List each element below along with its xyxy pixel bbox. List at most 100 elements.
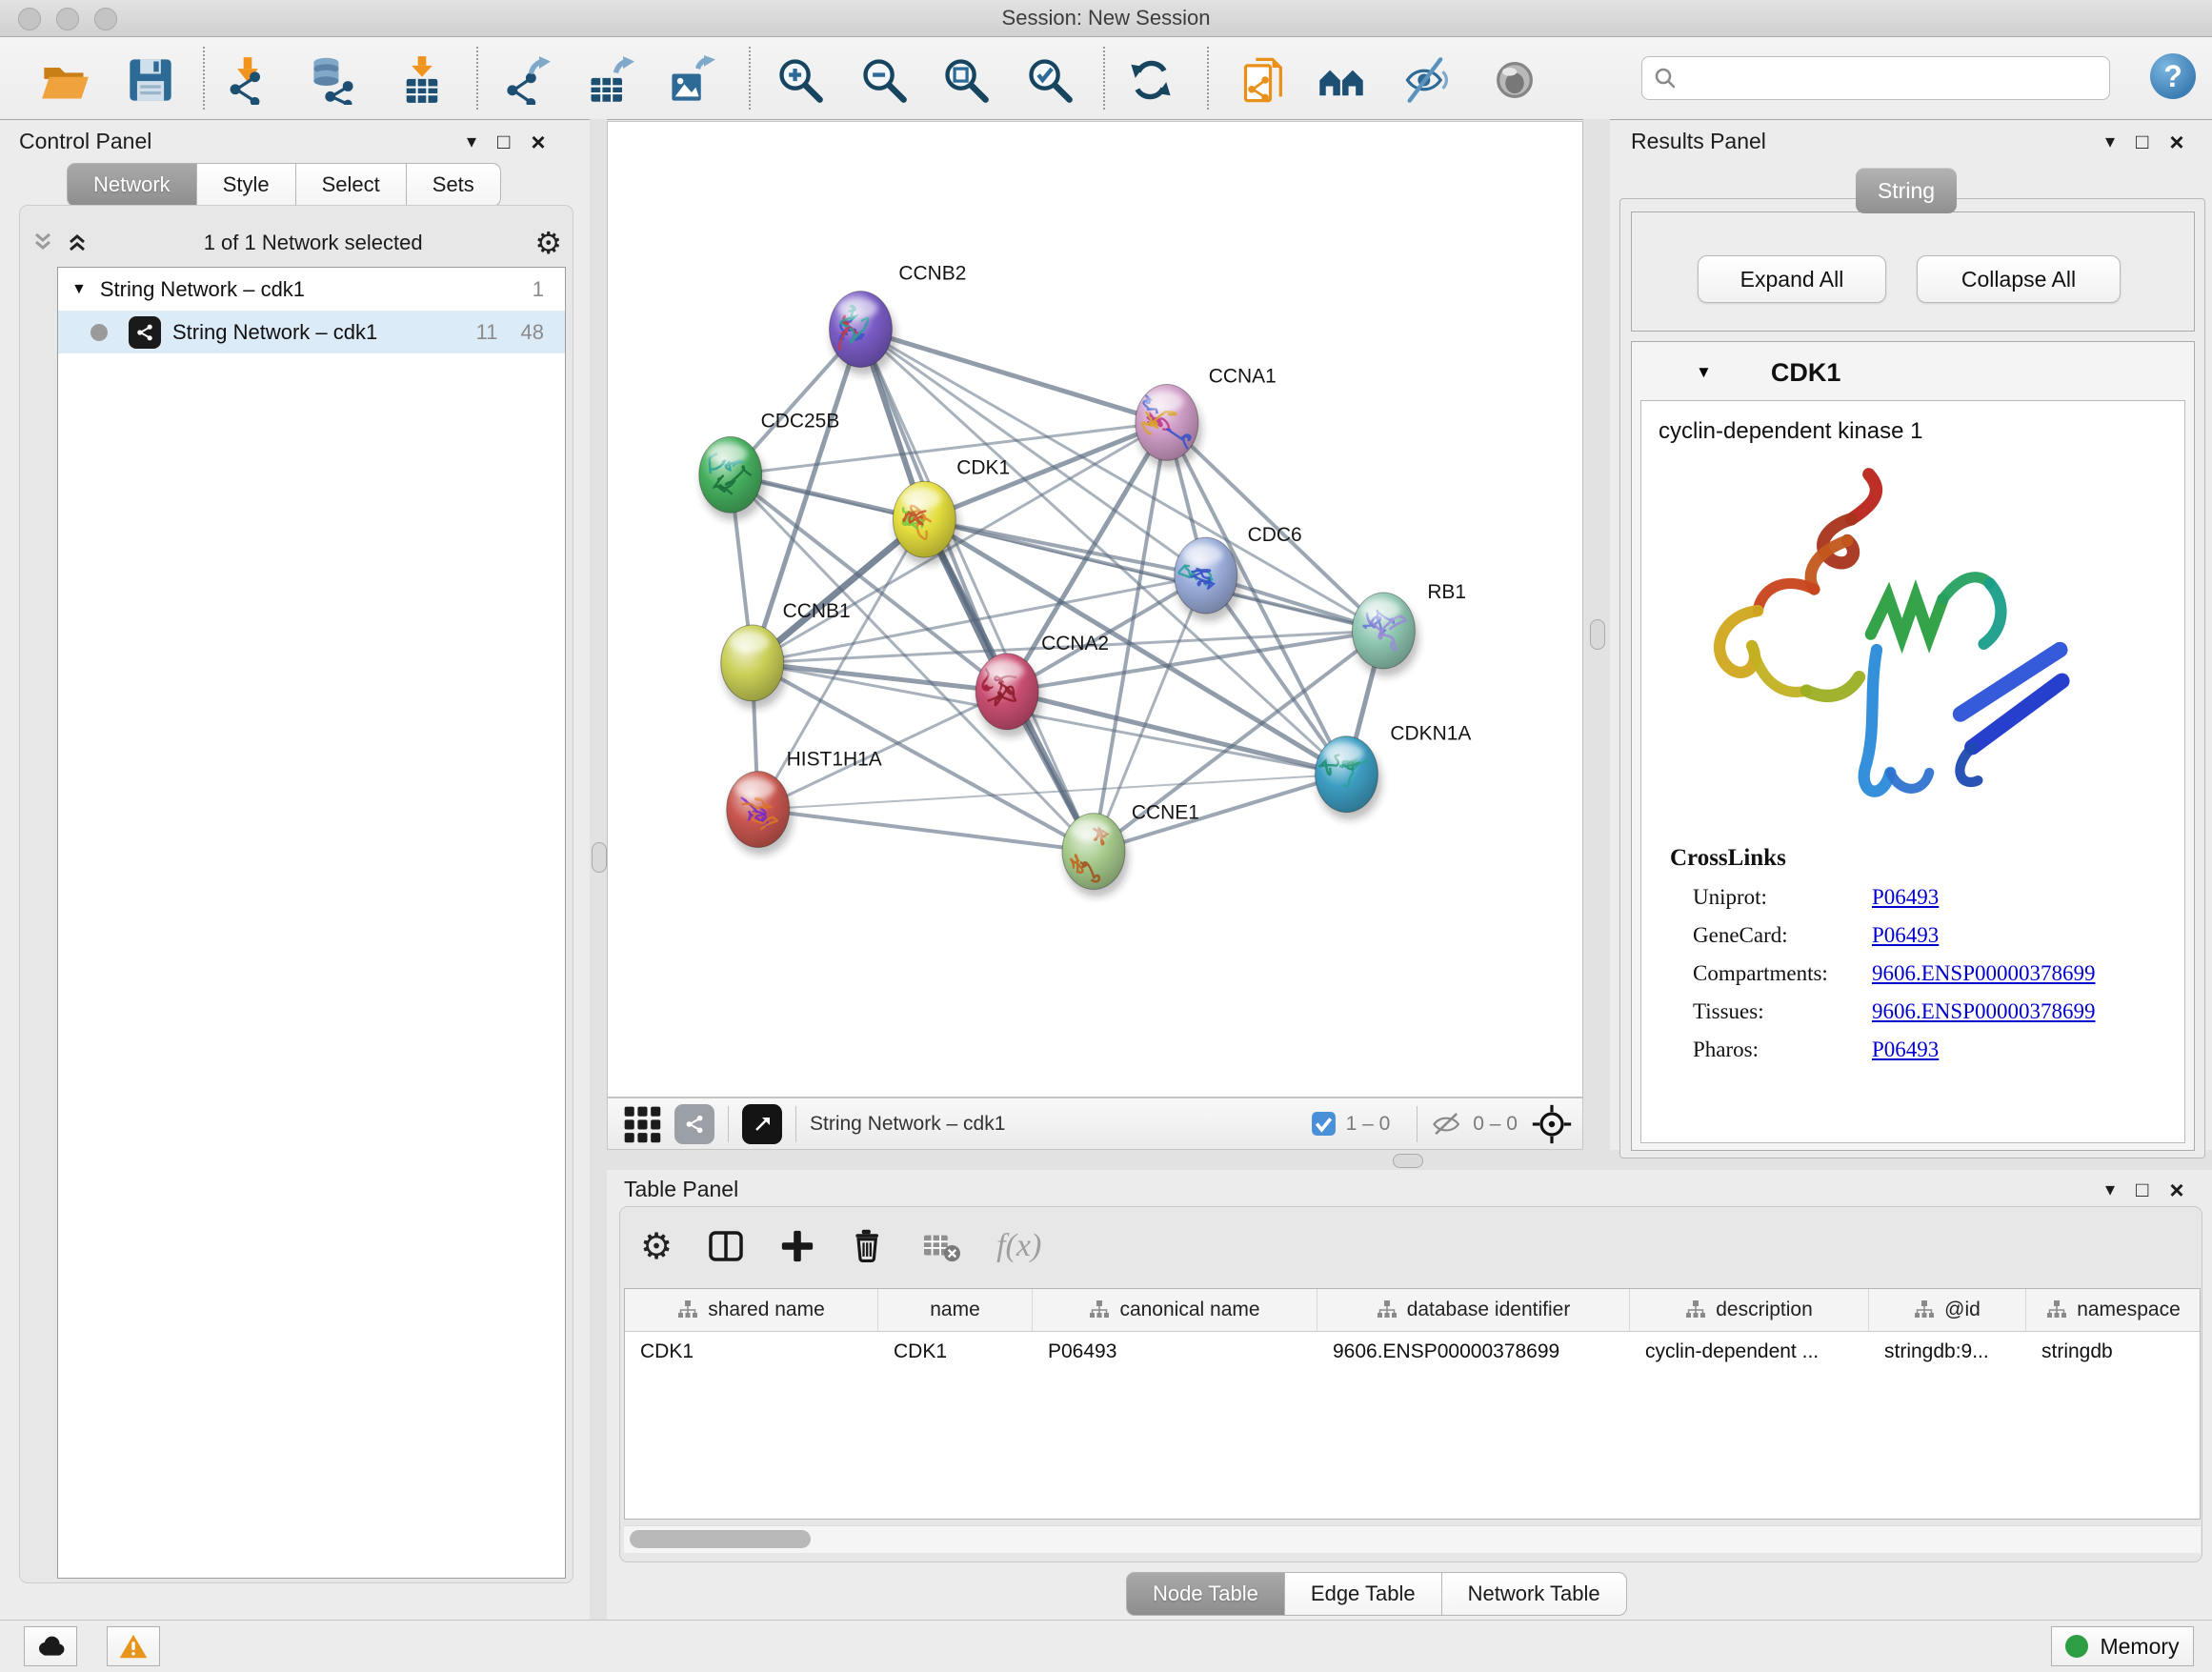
shared-column-icon bbox=[1685, 1299, 1706, 1320]
network-edge[interactable] bbox=[758, 810, 1094, 852]
tab-network[interactable]: Network bbox=[67, 163, 197, 207]
left-splitter-handle[interactable] bbox=[592, 842, 607, 873]
tab-edge-table[interactable]: Edge Table bbox=[1285, 1572, 1442, 1616]
export-network-button[interactable] bbox=[500, 53, 553, 107]
birdseye-navigator-icon[interactable] bbox=[1531, 1103, 1573, 1145]
horizontal-splitter-handle[interactable] bbox=[1393, 1154, 1423, 1168]
help-button[interactable]: ? bbox=[2150, 53, 2196, 99]
column-header-name[interactable]: name bbox=[878, 1289, 1033, 1331]
network-edge[interactable] bbox=[860, 330, 1094, 852]
collapse-all-icon[interactable] bbox=[29, 231, 57, 255]
new-network-from-selection-button[interactable] bbox=[1237, 53, 1291, 107]
zoom-selected-button[interactable] bbox=[1023, 53, 1076, 107]
crosslink-link[interactable]: P06493 bbox=[1872, 885, 1939, 910]
gene-section-header[interactable]: ▼ CDK1 bbox=[1631, 349, 2195, 396]
maximize-panel-icon[interactable]: □ bbox=[2136, 126, 2148, 158]
close-panel-icon[interactable]: × bbox=[2169, 1174, 2183, 1206]
export-table-button[interactable] bbox=[583, 53, 636, 107]
table-cell[interactable]: cyclin-dependent ... bbox=[1630, 1332, 1869, 1372]
tab-node-table[interactable]: Node Table bbox=[1126, 1572, 1285, 1616]
tab-string[interactable]: String bbox=[1856, 168, 1957, 213]
float-panel-icon[interactable]: ▾ bbox=[2105, 126, 2115, 158]
function-builder-icon[interactable]: f(x) bbox=[996, 1228, 1041, 1264]
grid-view-icon[interactable] bbox=[621, 1103, 663, 1145]
table-cell[interactable]: P06493 bbox=[1033, 1332, 1317, 1372]
hidden-eye-slash-icon[interactable] bbox=[1431, 1112, 1463, 1137]
tab-network-table[interactable]: Network Table bbox=[1442, 1572, 1627, 1616]
network-node-hist1h1a[interactable]: HIST1H1A bbox=[727, 749, 882, 856]
network-view-type-icon[interactable] bbox=[674, 1104, 714, 1144]
network-node-ccnb1[interactable]: CCNB1 bbox=[721, 600, 851, 709]
network-graph[interactable]: CCNB2CCNA1CDC25BCDK1CDC6RB1CCNB1CCNA2CDK… bbox=[608, 122, 1582, 1097]
export-image-button[interactable] bbox=[665, 53, 718, 107]
detach-view-icon[interactable] bbox=[742, 1104, 782, 1144]
maximize-panel-icon[interactable]: □ bbox=[2136, 1174, 2148, 1206]
network-canvas[interactable]: CCNB2CCNA1CDC25BCDK1CDC6RB1CCNB1CCNA2CDK… bbox=[607, 121, 1583, 1098]
import-network-from-database-button[interactable] bbox=[307, 53, 360, 107]
network-collection-row[interactable]: ▼ String Network – cdk1 1 bbox=[58, 268, 565, 311]
zoom-fit-button[interactable] bbox=[939, 53, 993, 107]
column-header-description[interactable]: description bbox=[1630, 1289, 1869, 1331]
open-session-button[interactable] bbox=[38, 53, 91, 107]
add-column-icon[interactable] bbox=[779, 1228, 815, 1264]
expand-all-icon[interactable] bbox=[63, 231, 91, 255]
table-cell[interactable]: stringdb bbox=[2026, 1332, 2201, 1372]
close-panel-icon[interactable]: × bbox=[2169, 126, 2183, 158]
table-cell[interactable]: CDK1 bbox=[625, 1332, 878, 1372]
tab-style[interactable]: Style bbox=[197, 163, 296, 207]
first-neighbors-button[interactable] bbox=[1315, 53, 1368, 107]
selected-checkbox-icon[interactable] bbox=[1311, 1111, 1337, 1137]
zoom-out-button[interactable] bbox=[857, 53, 911, 107]
collapse-all-button[interactable]: Collapse All bbox=[1917, 255, 2121, 303]
tab-sets[interactable]: Sets bbox=[407, 163, 501, 207]
show-all-button[interactable] bbox=[1488, 53, 1541, 107]
expand-all-button[interactable]: Expand All bbox=[1698, 255, 1886, 303]
network-node-ccnb2[interactable]: CCNB2 bbox=[830, 263, 967, 375]
network-row-selected[interactable]: String Network – cdk1 11 48 bbox=[58, 311, 565, 353]
column-header-namespace[interactable]: namespace bbox=[2026, 1289, 2201, 1331]
column-header-database-identifier[interactable]: database identifier bbox=[1317, 1289, 1630, 1331]
tab-select[interactable]: Select bbox=[296, 163, 407, 207]
network-edge[interactable] bbox=[860, 330, 1166, 423]
cloud-status-button[interactable] bbox=[24, 1626, 77, 1666]
table-row[interactable]: CDK1CDK1P064939606.ENSP00000378699cyclin… bbox=[625, 1332, 2200, 1372]
warnings-button[interactable] bbox=[107, 1626, 160, 1666]
table-options-gear-icon[interactable]: ⚙ bbox=[640, 1231, 673, 1261]
column-header--id[interactable]: @id bbox=[1869, 1289, 2026, 1331]
network-node-ccne1[interactable]: CCNE1 bbox=[1062, 802, 1199, 897]
table-cell[interactable]: CDK1 bbox=[878, 1332, 1033, 1372]
table-horizontal-scrollbar[interactable] bbox=[624, 1525, 2201, 1553]
import-table-button[interactable] bbox=[395, 53, 449, 107]
network-node-rb1[interactable]: RB1 bbox=[1352, 581, 1466, 676]
refresh-view-button[interactable] bbox=[1124, 53, 1177, 107]
crosslink-link[interactable]: P06493 bbox=[1872, 1037, 1939, 1062]
crosslink-link[interactable]: 9606.ENSP00000378699 bbox=[1872, 999, 2096, 1024]
network-node-cdkn1a[interactable]: CDKN1A bbox=[1316, 723, 1472, 820]
maximize-panel-icon[interactable]: □ bbox=[497, 126, 510, 158]
crosslink-link[interactable]: P06493 bbox=[1872, 923, 1939, 948]
delete-column-icon[interactable] bbox=[850, 1227, 888, 1265]
close-panel-icon[interactable]: × bbox=[531, 126, 545, 158]
hide-selected-button[interactable] bbox=[1399, 53, 1453, 107]
zoom-in-button[interactable] bbox=[774, 53, 827, 107]
network-node-ccna1[interactable]: CCNA1 bbox=[1136, 365, 1277, 468]
float-panel-icon[interactable]: ▾ bbox=[2105, 1174, 2115, 1206]
table-cell[interactable]: 9606.ENSP00000378699 bbox=[1317, 1332, 1630, 1372]
right-splitter-handle[interactable] bbox=[1590, 619, 1605, 650]
network-edge[interactable] bbox=[860, 330, 1383, 631]
scrollbar-thumb[interactable] bbox=[630, 1530, 811, 1548]
show-columns-icon[interactable] bbox=[707, 1227, 745, 1265]
memory-status-button[interactable]: Memory bbox=[2051, 1626, 2194, 1666]
network-options-gear-icon[interactable]: ⚙ bbox=[534, 228, 562, 258]
import-network-file-button[interactable] bbox=[221, 53, 274, 107]
float-panel-icon[interactable]: ▾ bbox=[467, 126, 476, 158]
section-collapse-icon[interactable]: ▼ bbox=[1696, 363, 1712, 382]
tree-expand-icon[interactable]: ▼ bbox=[71, 281, 87, 298]
column-header-canonical-name[interactable]: canonical name bbox=[1033, 1289, 1317, 1331]
save-session-button[interactable] bbox=[124, 53, 177, 107]
delete-table-icon[interactable] bbox=[922, 1228, 962, 1264]
crosslink-link[interactable]: 9606.ENSP00000378699 bbox=[1872, 961, 2096, 986]
column-header-shared-name[interactable]: shared name bbox=[625, 1289, 878, 1331]
search-input[interactable] bbox=[1682, 67, 2109, 91]
table-cell[interactable]: stringdb:9... bbox=[1869, 1332, 2026, 1372]
